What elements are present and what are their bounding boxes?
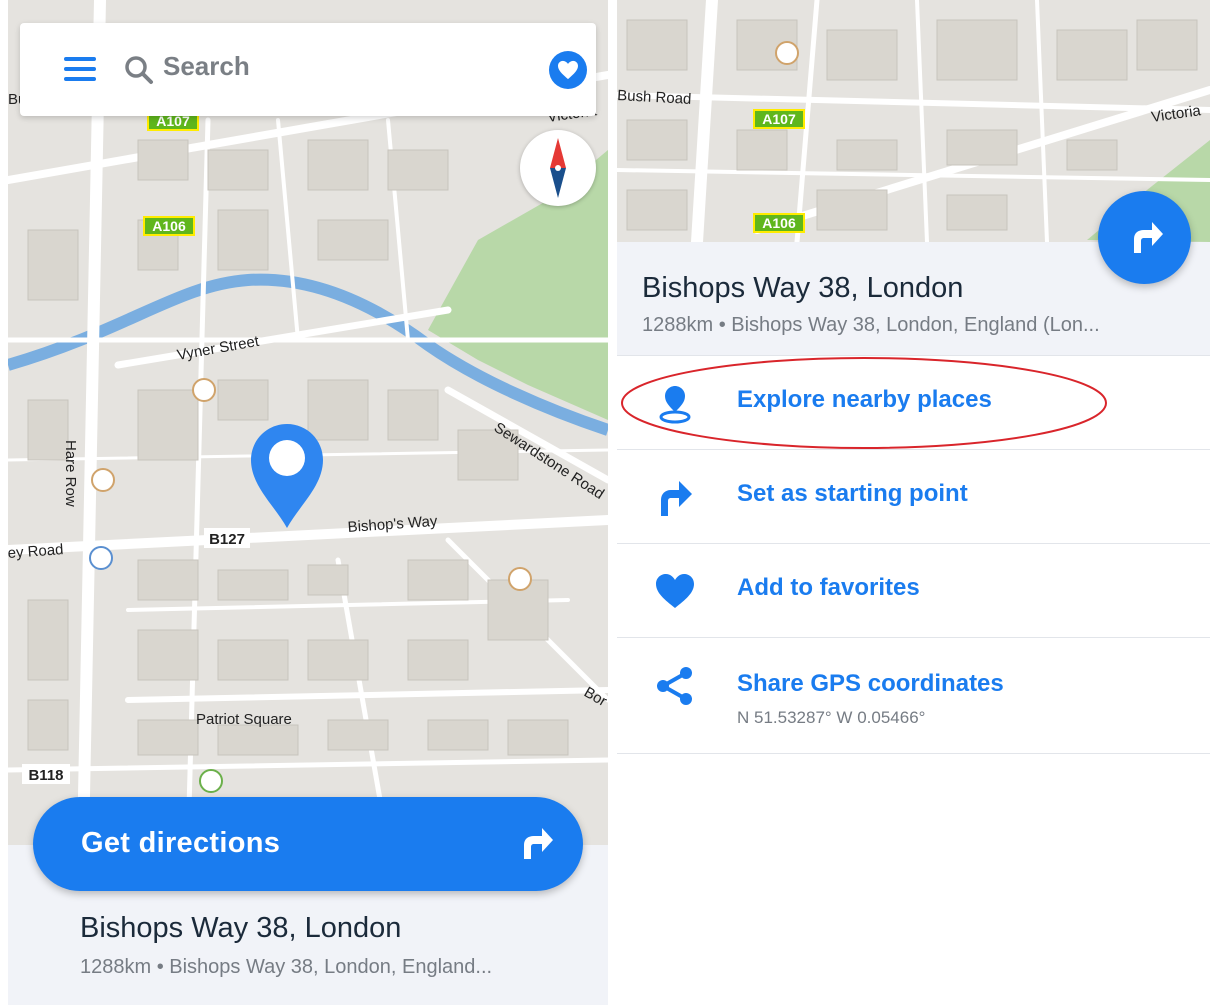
restaurant-poi-icon[interactable] [192, 378, 216, 402]
restaurant-poi-icon[interactable] [91, 468, 115, 492]
directions-fab-button[interactable] [1098, 191, 1191, 284]
action-label: Set as starting point [737, 480, 968, 507]
favorites-button[interactable] [549, 51, 587, 89]
highlight-annotation-ellipse [621, 357, 1107, 449]
road-badge-a106: A106 [152, 218, 186, 234]
compass-button[interactable] [520, 130, 596, 206]
search-bar[interactable]: Search [20, 23, 596, 116]
location-pin-marker-icon[interactable] [249, 422, 325, 530]
share-icon [657, 667, 692, 705]
set-as-starting-point-item[interactable]: Set as starting point [617, 450, 1210, 544]
gps-coordinates-text: N 51.53287° W 0.05466° [737, 708, 926, 727]
road-badge-a107: A107 [762, 111, 796, 127]
get-directions-label: Get directions [81, 827, 281, 859]
share-gps-coordinates-item[interactable]: Share GPS coordinates N 51.53287° W 0.05… [617, 638, 1210, 754]
restaurant-poi-icon[interactable] [508, 567, 532, 591]
turn-right-arrow-icon [524, 828, 553, 859]
hamburger-menu-icon[interactable] [64, 57, 96, 81]
left-screen: A107 A106 B127 B118 Vyner Street Hare Ro… [8, 0, 608, 1005]
turn-right-arrow-icon [1134, 222, 1163, 253]
action-label: Share GPS coordinates [737, 670, 1004, 697]
add-to-favorites-item[interactable]: Add to favorites [617, 544, 1210, 638]
place-subtitle: 1288km • Bishops Way 38, London, England… [80, 956, 493, 978]
heart-icon [656, 574, 694, 608]
place-subtitle: 1288km • Bishops Way 38, London, England… [642, 314, 1100, 336]
restaurant-poi-icon[interactable] [775, 41, 799, 65]
search-icon [125, 56, 153, 84]
compass-icon [550, 138, 566, 198]
place-title: Bishops Way 38, London [80, 912, 402, 944]
hotel-poi-icon[interactable] [199, 769, 223, 793]
action-label: Add to favorites [737, 574, 920, 601]
get-directions-button[interactable]: Get directions [33, 797, 583, 891]
street-label-patriot-square: Patriot Square [196, 711, 292, 728]
road-badge-a106: A106 [762, 215, 796, 231]
heart-icon [558, 60, 578, 80]
road-badge-b118: B118 [28, 767, 63, 784]
road-badge-b127: B127 [209, 531, 245, 548]
turn-right-arrow-icon [661, 481, 692, 516]
right-screen: A107 A106 Bush Road Victoria Bishops Way… [617, 0, 1210, 1005]
place-title: Bishops Way 38, London [642, 272, 964, 304]
street-label-hare-row: Hare Row [62, 440, 79, 507]
train-station-poi-icon[interactable] [89, 546, 113, 570]
search-placeholder[interactable]: Search [163, 51, 250, 82]
